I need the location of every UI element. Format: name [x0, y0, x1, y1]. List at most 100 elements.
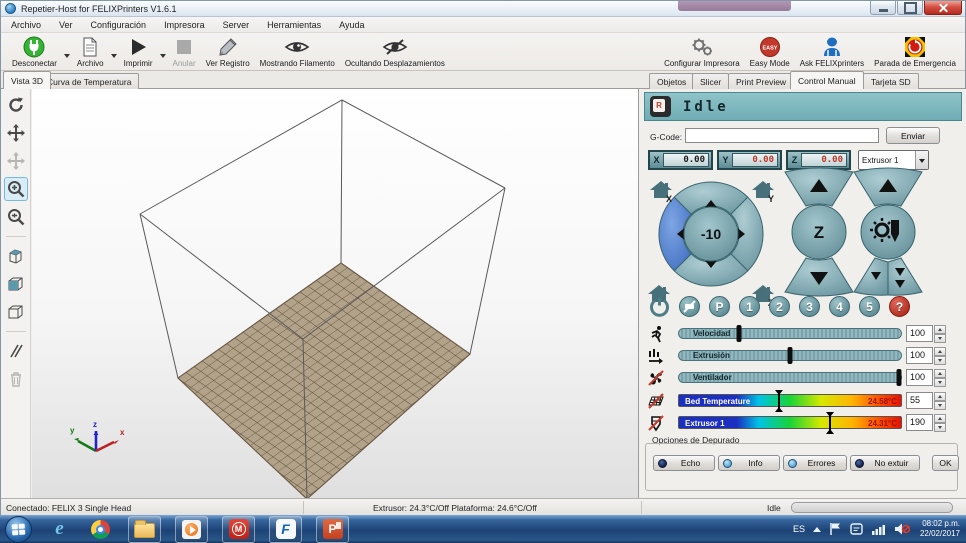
start-button[interactable] [5, 516, 32, 543]
preset-2-button[interactable]: 2 [769, 296, 790, 317]
taskbar-file-explorer[interactable] [128, 516, 161, 543]
load-file-button[interactable]: Archivo [72, 34, 109, 70]
spin-down-icon[interactable] [934, 334, 946, 343]
front-view-tool[interactable] [4, 272, 28, 296]
maximize-button[interactable] [897, 1, 923, 15]
bed-temp-slider[interactable]: Bed Temperature 24.58°C [678, 394, 902, 407]
menu-archivo[interactable]: Archivo [11, 20, 41, 30]
extrude-button[interactable] [854, 258, 888, 295]
action-center-icon[interactable] [850, 522, 863, 536]
background-window-peek[interactable] [678, 1, 791, 11]
emergency-stop-button[interactable]: Parada de Emergencia [869, 34, 961, 70]
dry-run-toggle[interactable]: No extuir [850, 455, 920, 471]
tab-objetos[interactable]: Objetos [649, 73, 694, 89]
taskbar-media-player[interactable] [175, 516, 208, 543]
fit-view-tool[interactable] [4, 205, 28, 229]
spin-down-icon[interactable] [934, 401, 946, 410]
language-indicator[interactable]: ES [793, 524, 805, 534]
home-x-button[interactable]: X [649, 179, 673, 203]
spin-down-icon[interactable] [934, 378, 946, 387]
slider-handle[interactable] [829, 413, 831, 433]
ok-button[interactable]: OK [932, 455, 959, 471]
info-toggle[interactable]: Info [718, 455, 780, 471]
slider-handle[interactable] [736, 325, 741, 342]
perspective-view-tool[interactable] [4, 300, 28, 324]
show-log-button[interactable]: Ver Registro [201, 34, 255, 70]
spin-up-icon[interactable] [934, 347, 946, 356]
svg-text:x: x [120, 428, 125, 437]
slider-handle[interactable] [788, 347, 793, 364]
home-y-button[interactable]: Y [751, 179, 775, 203]
disconnect-dropdown[interactable] [62, 42, 72, 70]
zoom-tool[interactable] [4, 177, 28, 201]
tab-print-preview[interactable]: Print Preview [728, 73, 794, 89]
taskbar-powerpoint[interactable]: P [316, 516, 349, 543]
disconnect-button[interactable]: Desconectar [7, 34, 62, 70]
print-button[interactable]: Imprimir [119, 34, 158, 70]
spin-up-icon[interactable] [934, 414, 946, 423]
menu-server[interactable]: Server [223, 20, 250, 30]
viewport-3d[interactable]: y z x [32, 89, 638, 498]
powerpoint-icon: P [323, 519, 343, 539]
spin-down-icon[interactable] [934, 356, 946, 365]
menu-impresora[interactable]: Impresora [164, 20, 205, 30]
volume-muted-icon[interactable] [894, 522, 910, 536]
echo-toggle[interactable]: Echo [653, 455, 715, 471]
isometric-view-tool[interactable] [4, 244, 28, 268]
tab-slicer[interactable]: Slicer [692, 73, 729, 89]
menu-ayuda[interactable]: Ayuda [339, 20, 364, 30]
parallel-projection-tool[interactable] [4, 339, 28, 363]
motors-off-button[interactable] [679, 296, 700, 317]
taskbar-chrome[interactable] [87, 516, 114, 543]
print-dropdown[interactable] [158, 42, 168, 70]
taskbar-felix-app[interactable]: F [269, 516, 302, 543]
preset-5-button[interactable]: 5 [859, 296, 880, 317]
menu-herramientas[interactable]: Herramientas [267, 20, 321, 30]
close-button[interactable] [924, 1, 962, 15]
flag-icon[interactable] [829, 522, 842, 536]
tray-expand-icon[interactable] [813, 523, 821, 532]
power-button[interactable] [649, 296, 670, 317]
easy-mode-button[interactable]: EASY Easy Mode [745, 34, 795, 70]
preset-1-button[interactable]: 1 [739, 296, 760, 317]
gcode-input[interactable] [685, 128, 879, 143]
tab-control-manual[interactable]: Control Manual [790, 71, 864, 89]
spin-up-icon[interactable] [934, 392, 946, 401]
printer-settings-button[interactable]: Configurar Impresora [659, 34, 745, 70]
move-view-tool[interactable] [4, 121, 28, 145]
flow-slider[interactable]: Extrusión [678, 350, 902, 361]
spin-up-icon[interactable] [934, 369, 946, 378]
preset-3-button[interactable]: 3 [799, 296, 820, 317]
tab-curva-temperatura[interactable]: Curva de Temperatura [39, 73, 139, 89]
tab-tarjeta-sd[interactable]: Tarjeta SD [863, 73, 919, 89]
show-filament-button[interactable]: Mostrando Filamento [255, 34, 340, 70]
speed-slider[interactable]: Velocidad [678, 328, 902, 339]
hide-travel-button[interactable]: Ocultando Desplazamientos [340, 34, 450, 70]
park-button[interactable]: P [709, 296, 730, 317]
slider-handle[interactable] [896, 369, 901, 386]
move-object-tool[interactable] [4, 149, 28, 173]
rotate-view-tool[interactable] [4, 93, 28, 117]
delete-object-tool[interactable] [4, 367, 28, 391]
menu-ver[interactable]: Ver [59, 20, 73, 30]
preset-4-button[interactable]: 4 [829, 296, 850, 317]
menu-configuracion[interactable]: Configuración [91, 20, 147, 30]
tab-vista-3d[interactable]: Vista 3D [3, 71, 51, 89]
taskbar-clock[interactable]: 08:02 p.m. 22/02/2017 [920, 519, 960, 539]
taskbar-makerware[interactable]: M [222, 516, 255, 543]
send-gcode-button[interactable]: Enviar [886, 127, 940, 144]
taskbar-internet-explorer[interactable]: e [46, 516, 73, 543]
slider-handle[interactable] [778, 391, 780, 411]
network-icon[interactable] [871, 522, 886, 536]
extrude-fast-button[interactable] [888, 258, 922, 295]
spin-down-icon[interactable] [934, 423, 946, 432]
ask-felixprinters-button[interactable]: Ask FELIXprinters [795, 34, 869, 70]
tab-row: Vista 3D Curva de Temperatura Objetos Sl… [1, 71, 965, 89]
minimize-button[interactable] [870, 1, 896, 15]
load-file-dropdown[interactable] [109, 42, 119, 70]
extruder-temp-slider[interactable]: Extrusor 1 24.31°C [678, 416, 902, 429]
spin-up-icon[interactable] [934, 325, 946, 334]
help-button[interactable]: ? [889, 296, 910, 317]
errors-toggle[interactable]: Errores [783, 455, 847, 471]
fan-slider[interactable]: Ventilador [678, 372, 902, 383]
